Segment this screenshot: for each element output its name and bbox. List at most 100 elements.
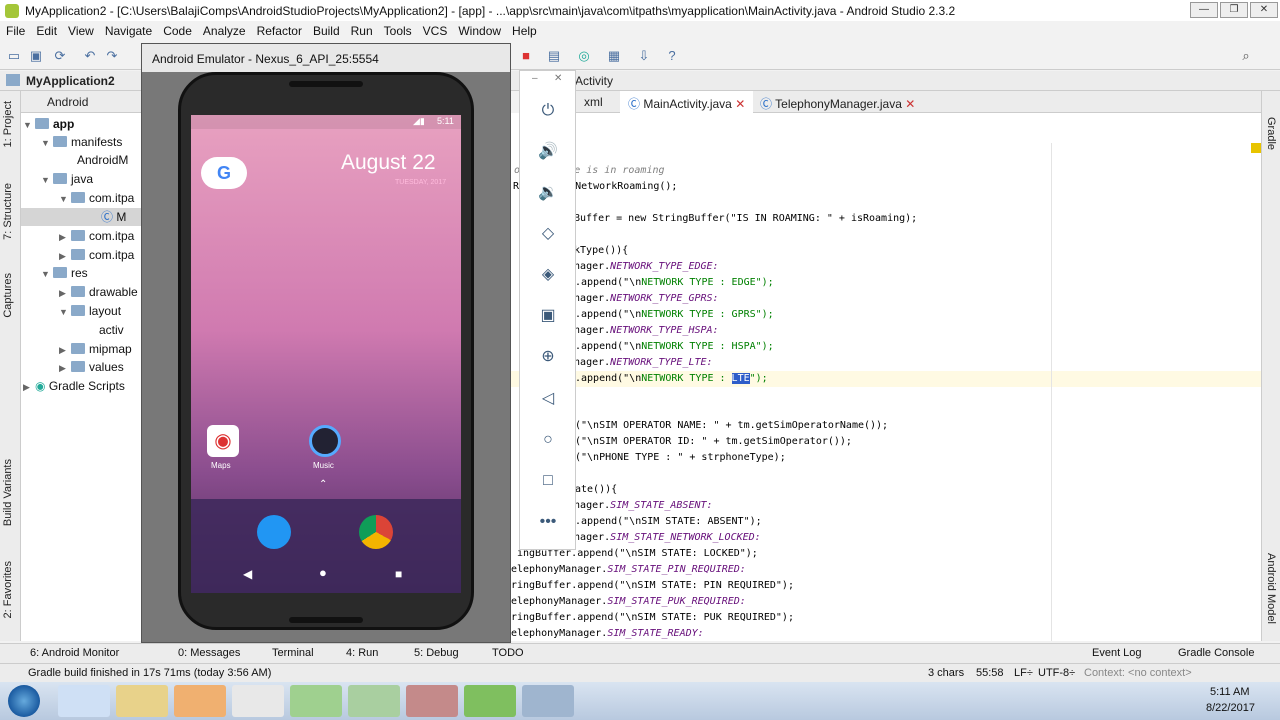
debug-tab[interactable]: 5: Debug — [414, 647, 459, 659]
clock-time[interactable]: 5:11 AM — [1210, 686, 1250, 698]
tree-item-manifests[interactable]: ▼ manifests — [41, 133, 122, 151]
android-studio-taskbar-icon[interactable] — [290, 685, 342, 717]
stop-icon[interactable]: ■ — [518, 48, 534, 64]
search-icon[interactable]: ⌕ — [1238, 48, 1254, 64]
gradle-console-tab[interactable]: Gradle Console — [1178, 647, 1254, 659]
emulator-window[interactable]: Android Emulator - Nexus_6_API_25:5554 5… — [141, 43, 511, 643]
tree-item-drawable[interactable]: ▶ drawable — [59, 283, 138, 301]
project-side-tab[interactable]: 1: Project — [2, 101, 14, 147]
breadcrumb-project[interactable]: MyApplication2 — [26, 74, 115, 88]
tab-xml[interactable]: xml — [576, 91, 611, 113]
minimize-button[interactable]: — — [1190, 2, 1218, 18]
save-icon[interactable]: ▣ — [28, 48, 44, 64]
close-emulator-icon[interactable]: ✕ — [554, 73, 562, 84]
tree-item-gradle-scripts[interactable]: ▶ ◉ Gradle Scripts — [23, 377, 125, 395]
messages-tab[interactable]: 0: Messages — [178, 647, 240, 659]
tree-item-java[interactable]: ▼ java — [41, 170, 93, 188]
minimize-emulator-icon[interactable]: – — [532, 73, 538, 84]
app-icon[interactable] — [464, 685, 516, 717]
chrome-icon[interactable] — [359, 515, 393, 549]
favorites-side-tab[interactable]: 2: Favorites — [2, 561, 14, 618]
tree-item-app[interactable]: ▼ app — [23, 115, 74, 133]
menu-vcs[interactable]: VCS — [423, 24, 448, 38]
todo-tab[interactable]: TODO — [492, 647, 524, 659]
clock-date[interactable]: 8/22/2017 — [1206, 702, 1255, 714]
device-monitor-icon[interactable]: ▦ — [606, 48, 622, 64]
open-folder-icon[interactable]: ▭ — [6, 48, 22, 64]
home-icon[interactable]: ○ — [538, 430, 558, 450]
overview-icon[interactable]: □ — [538, 471, 558, 491]
code-editor[interactable]: on if phone is in roaming R n.isNetworkR… — [511, 113, 1261, 641]
terminal-tab[interactable]: Terminal — [272, 647, 314, 659]
back-icon[interactable]: ◀ — [243, 567, 252, 581]
music-icon[interactable] — [309, 425, 341, 457]
recents-icon[interactable]: ■ — [395, 567, 402, 581]
internet-explorer-icon[interactable] — [58, 685, 110, 717]
phone-screen[interactable]: 5:11 ◢▮ G August 22 TUESDAY, 2017 ◉ Maps… — [191, 115, 461, 593]
file-encoding[interactable]: UTF-8÷ — [1038, 667, 1075, 679]
tree-item-package[interactable]: ▶ com.itpa — [59, 227, 134, 245]
chrome-taskbar-icon[interactable] — [232, 685, 284, 717]
help-icon[interactable]: ? — [664, 48, 680, 64]
caret-position[interactable]: 55:58 — [976, 667, 1004, 679]
start-button[interactable] — [8, 685, 40, 717]
maximize-button[interactable]: ❐ — [1220, 2, 1248, 18]
build-variants-side-tab[interactable]: Build Variants — [2, 459, 14, 526]
close-tab-icon[interactable]: ✕ — [905, 97, 915, 111]
more-icon[interactable]: ••• — [538, 512, 558, 532]
maps-icon[interactable]: ◉ — [207, 425, 239, 457]
tree-item-mipmap[interactable]: ▶ mipmap — [59, 340, 132, 358]
volume-down-icon[interactable]: 🔉 — [538, 183, 558, 203]
google-search-icon[interactable]: G — [201, 157, 247, 189]
menu-run[interactable]: Run — [351, 24, 373, 38]
menu-build[interactable]: Build — [313, 24, 340, 38]
tree-item-layout[interactable]: ▼ layout — [59, 302, 121, 320]
event-log-tab[interactable]: Event Log — [1092, 647, 1142, 659]
back-icon[interactable]: ◁ — [538, 389, 558, 409]
tree-item-package[interactable]: ▼ com.itpa — [59, 189, 134, 207]
tab-mainactivity[interactable]: Ⓒ MainActivity.java ✕ — [620, 91, 754, 113]
file-explorer-icon[interactable] — [116, 685, 168, 717]
home-icon[interactable]: ● — [319, 565, 327, 580]
rotate-right-icon[interactable]: ◈ — [538, 265, 558, 285]
structure-side-tab[interactable]: 7: Structure — [2, 183, 14, 240]
menu-code[interactable]: Code — [163, 24, 192, 38]
menu-help[interactable]: Help — [512, 24, 537, 38]
android-model-side-tab[interactable]: Android Model — [1265, 553, 1277, 624]
menu-file[interactable]: File — [6, 24, 25, 38]
tree-item-res[interactable]: ▼ res — [41, 264, 88, 282]
gradle-side-tab[interactable]: Gradle — [1265, 117, 1277, 150]
app-drawer-chevron-icon[interactable]: ⌃ — [319, 479, 327, 490]
gradle-sync-icon[interactable]: ◎ — [576, 48, 592, 64]
run-tab[interactable]: 4: Run — [346, 647, 378, 659]
notepad-icon[interactable] — [348, 685, 400, 717]
line-separator[interactable]: LF÷ — [1014, 667, 1033, 679]
project-view-selector[interactable]: Android — [21, 91, 141, 113]
menu-window[interactable]: Window — [458, 24, 501, 38]
rotate-left-icon[interactable]: ◇ — [538, 224, 558, 244]
warning-marker-icon[interactable] — [1251, 143, 1261, 153]
tree-item-values[interactable]: ▶ values — [59, 358, 124, 376]
tree-item-mainactivity[interactable]: Ⓒ M — [21, 208, 141, 226]
sdk-manager-icon[interactable]: ▤ — [546, 48, 562, 64]
power-icon[interactable]: ⏻ — [538, 101, 558, 121]
redo-icon[interactable]: ↷ — [104, 48, 120, 64]
tree-item-package[interactable]: ▶ com.itpa — [59, 246, 134, 264]
android-monitor-tab[interactable]: 6: Android Monitor — [30, 647, 119, 659]
menu-edit[interactable]: Edit — [36, 24, 57, 38]
media-player-icon[interactable] — [174, 685, 226, 717]
tree-item-manifest-file[interactable]: AndroidM — [77, 151, 128, 169]
archive-icon[interactable] — [406, 685, 458, 717]
breadcrumb-activity[interactable]: Activity — [575, 74, 613, 88]
zoom-icon[interactable]: ⊕ — [538, 347, 558, 367]
close-button[interactable]: ✕ — [1250, 2, 1278, 18]
captures-side-tab[interactable]: Captures — [2, 273, 14, 318]
tab-telephonymanager[interactable]: Ⓒ TelephonyManager.java ✕ — [752, 91, 923, 113]
messages-icon[interactable] — [257, 515, 291, 549]
emulator-taskbar-icon[interactable] — [522, 685, 574, 717]
undo-icon[interactable]: ↶ — [82, 48, 98, 64]
menu-refactor[interactable]: Refactor — [257, 24, 302, 38]
menu-analyze[interactable]: Analyze — [203, 24, 246, 38]
menu-view[interactable]: View — [68, 24, 94, 38]
close-tab-icon[interactable]: ✕ — [735, 97, 745, 111]
